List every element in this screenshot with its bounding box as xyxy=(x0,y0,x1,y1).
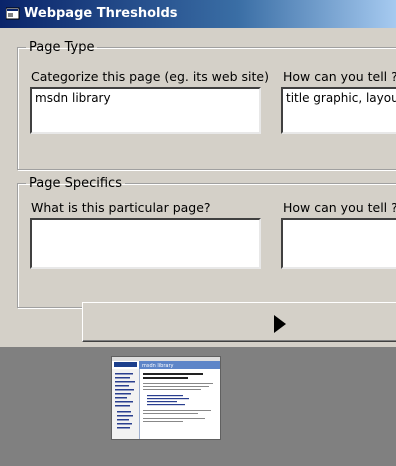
thumbnail-preview: msdn library xyxy=(112,357,220,439)
page-specifics-evidence-input[interactable] xyxy=(281,218,396,269)
page-thumbnail[interactable]: msdn library xyxy=(111,356,221,440)
dialog-body: Page Type Categorize this page (eg. its … xyxy=(0,28,396,347)
thumbnail-header-text: msdn library xyxy=(142,363,174,369)
app-icon xyxy=(6,7,20,20)
thumbnail-strip: msdn library xyxy=(0,347,396,466)
page-type-legend: Page Type xyxy=(29,40,95,55)
category-label: Categorize this page (eg. its web site) xyxy=(31,69,269,84)
page-type-evidence-label: How can you tell ? xyxy=(283,69,396,84)
page-specifics-legend: Page Specifics xyxy=(29,176,122,191)
category-input[interactable]: msdn library xyxy=(30,87,261,134)
play-arrow-icon xyxy=(274,315,286,333)
page-specifics-evidence-label: How can you tell ? xyxy=(283,200,396,215)
title-bar[interactable]: Webpage Thresholds xyxy=(0,0,396,28)
next-button[interactable] xyxy=(82,302,396,342)
page-identity-label: What is this particular page? xyxy=(31,200,211,215)
page-identity-input[interactable] xyxy=(30,218,261,269)
page-type-evidence-input[interactable]: title graphic, layout xyxy=(281,87,396,134)
window-title: Webpage Thresholds xyxy=(24,6,178,21)
